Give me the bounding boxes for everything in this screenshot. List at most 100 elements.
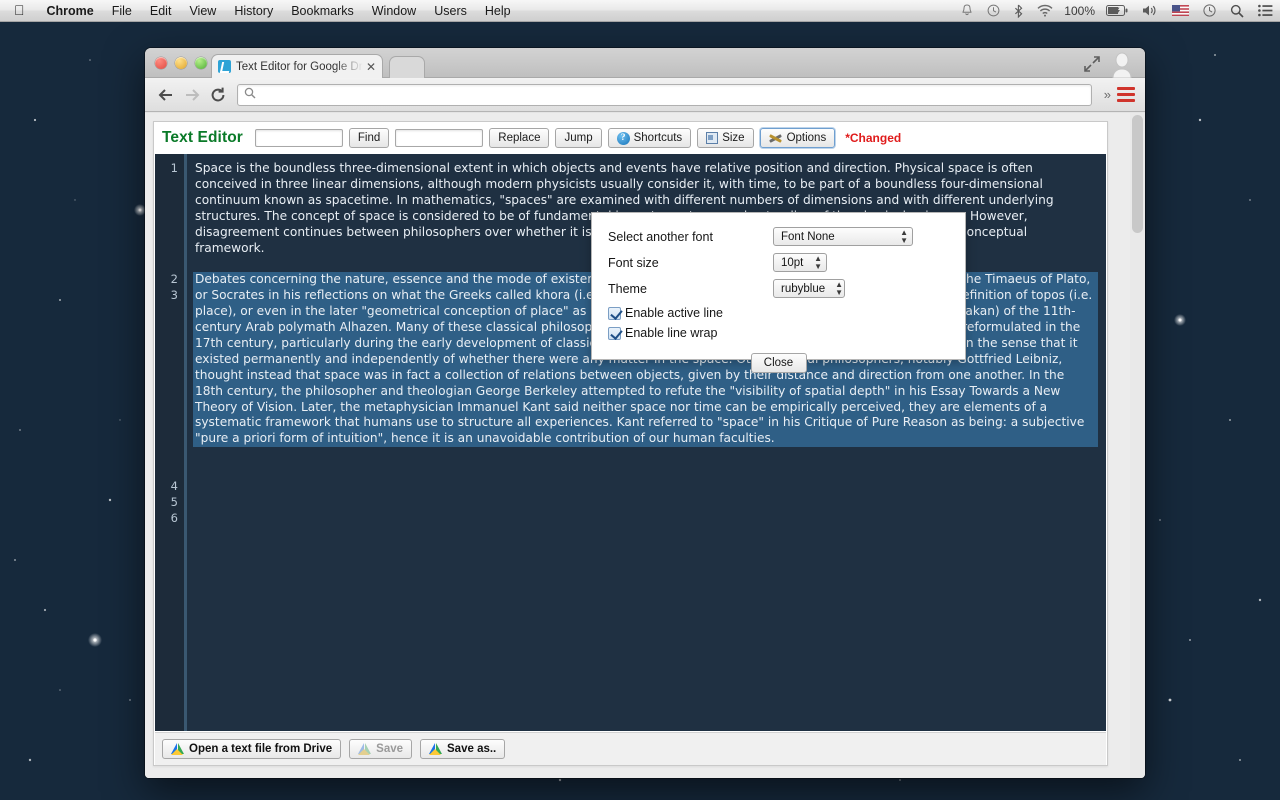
minimize-window-button[interactable] xyxy=(175,57,187,69)
browser-tab-title: Text Editor for Google Driv xyxy=(236,60,363,73)
theme-select[interactable]: rubyblue ▲ ▼ xyxy=(773,279,845,298)
replace-button[interactable]: Replace xyxy=(489,128,550,148)
options-button[interactable]: Options xyxy=(759,128,836,148)
web-page-content: Text Editor Find Replace Jump ? Shortcut… xyxy=(145,113,1130,778)
time-machine-icon[interactable] xyxy=(980,4,1007,17)
font-select-value: Font None xyxy=(781,230,835,243)
theme-label: Theme xyxy=(608,281,647,296)
close-icon[interactable]: ✕ xyxy=(363,60,376,74)
hamburger-menu-icon[interactable] xyxy=(1117,87,1135,102)
user-avatar-icon[interactable] xyxy=(1111,52,1133,79)
back-arrow-icon[interactable] xyxy=(155,84,177,106)
enable-line-wrap-row[interactable]: Enable line wrap xyxy=(608,323,949,343)
forward-arrow-icon[interactable] xyxy=(181,84,203,106)
dialog-actions: Close xyxy=(608,353,949,373)
status-badge: *Changed xyxy=(845,131,902,145)
enable-active-line-row[interactable]: Enable active line xyxy=(608,303,949,323)
macos-menu-bar:  Chrome File Edit View History Bookmark… xyxy=(0,0,1280,22)
font-size-row: Font size 10pt ▲ ▼ xyxy=(608,251,949,274)
enable-line-wrap-checkbox[interactable] xyxy=(608,326,621,340)
google-drive-icon xyxy=(358,743,372,755)
find-button[interactable]: Find xyxy=(348,128,390,148)
volume-icon[interactable] xyxy=(1135,4,1165,17)
editor-line[interactable] xyxy=(193,447,1098,463)
close-dialog-button[interactable]: Close xyxy=(750,353,807,373)
line-number: 5 xyxy=(170,495,178,510)
font-size-value: 10pt xyxy=(781,256,804,269)
line-number-gutter: 1 2 3 4 5 6 xyxy=(155,154,187,731)
zoom-window-button[interactable] xyxy=(195,57,207,69)
open-from-drive-label: Open a text file from Drive xyxy=(189,743,333,755)
size-button-label: Size xyxy=(722,132,745,144)
editor-toolbar: Text Editor Find Replace Jump ? Shortcut… xyxy=(154,122,1107,154)
font-select[interactable]: Font None ▲ ▼ xyxy=(773,227,913,246)
browser-tab[interactable]: Text Editor for Google Driv ✕ xyxy=(211,54,383,78)
font-size-select[interactable]: 10pt ▲ ▼ xyxy=(773,253,827,272)
page-title: Text Editor xyxy=(162,129,243,146)
keyboard-flag-icon[interactable] xyxy=(1165,5,1196,16)
wifi-icon[interactable] xyxy=(1030,4,1060,17)
find-input[interactable] xyxy=(254,129,343,147)
apple-logo-icon[interactable]:  xyxy=(0,3,38,17)
menu-item-view[interactable]: View xyxy=(180,4,225,18)
menu-item-help[interactable]: Help xyxy=(476,4,520,18)
spotlight-search-icon[interactable] xyxy=(1223,4,1251,18)
text-editor-favicon xyxy=(218,60,231,73)
enable-line-wrap-label: Enable line wrap xyxy=(625,326,718,340)
chevron-updown-icon: ▲ ▼ xyxy=(835,279,844,297)
line-number: 4 xyxy=(170,479,178,494)
font-select-row: Select another font Font None ▲ ▼ xyxy=(608,225,949,248)
jump-button[interactable]: Jump xyxy=(555,128,602,148)
menu-item-users[interactable]: Users xyxy=(425,4,476,18)
web-page-viewport: Text Editor Find Replace Jump ? Shortcut… xyxy=(145,113,1145,778)
menu-item-file[interactable]: File xyxy=(103,4,141,18)
notification-center-icon[interactable] xyxy=(1251,4,1280,17)
chevron-updown-icon: ▲ ▼ xyxy=(814,253,822,271)
battery-icon[interactable] xyxy=(1099,5,1135,16)
enable-active-line-checkbox[interactable] xyxy=(608,306,621,320)
size-button[interactable]: Size xyxy=(697,128,754,148)
window-traffic-lights xyxy=(155,57,207,69)
menu-item-bookmarks[interactable]: Bookmarks xyxy=(282,4,363,18)
open-from-drive-button[interactable]: Open a text file from Drive xyxy=(162,739,342,759)
new-tab-button[interactable] xyxy=(389,56,425,78)
battery-percent-label: 100% xyxy=(1064,3,1095,18)
address-bar[interactable] xyxy=(237,83,1092,106)
google-drive-icon xyxy=(171,743,184,755)
reload-icon[interactable] xyxy=(207,84,229,106)
shortcuts-button[interactable]: ? Shortcuts xyxy=(607,128,692,148)
theme-row: Theme rubyblue ▲ ▼ xyxy=(608,277,949,300)
options-dialog: Select another font Font None ▲ ▼ Font si… xyxy=(591,212,966,373)
window-size-icon xyxy=(706,132,719,144)
tools-icon xyxy=(769,132,783,144)
chrome-browser-window: Text Editor for Google Driv ✕ » Text Edi… xyxy=(145,48,1145,778)
editor-line[interactable] xyxy=(193,463,1098,479)
line-number: 1 xyxy=(170,161,178,175)
browser-tab-strip: Text Editor for Google Driv ✕ xyxy=(145,48,1145,79)
menu-item-history[interactable]: History xyxy=(225,4,282,18)
replace-input[interactable] xyxy=(395,129,484,147)
help-circle-icon: ? xyxy=(616,131,630,145)
chevron-updown-icon: ▲ ▼ xyxy=(900,227,908,245)
page-scrollbar[interactable] xyxy=(1132,115,1143,233)
menu-item-window[interactable]: Window xyxy=(363,4,425,18)
editor-bottom-bar: Open a text file from Drive Save Save as… xyxy=(155,732,1106,765)
menu-item-chrome[interactable]: Chrome xyxy=(38,4,103,18)
bluetooth-icon[interactable] xyxy=(1007,4,1030,18)
save-as-button-label: Save as.. xyxy=(447,743,497,755)
chevron-double-right-icon[interactable]: » xyxy=(1098,87,1117,102)
theme-value: rubyblue xyxy=(781,282,826,295)
font-size-label: Font size xyxy=(608,255,659,270)
menu-bar-status-area: 100% xyxy=(954,4,1280,18)
clock-icon[interactable] xyxy=(1196,4,1223,17)
line-number: 3 xyxy=(170,288,178,303)
shortcuts-button-label: Shortcuts xyxy=(633,132,683,144)
close-window-button[interactable] xyxy=(155,57,167,69)
save-button[interactable]: Save xyxy=(349,739,413,759)
save-as-button[interactable]: Save as.. xyxy=(420,739,506,759)
fullscreen-icon[interactable] xyxy=(1083,56,1101,72)
search-icon xyxy=(244,87,256,102)
menu-item-edit[interactable]: Edit xyxy=(141,4,181,18)
editor-line[interactable] xyxy=(193,479,1098,495)
bell-icon[interactable] xyxy=(954,4,980,17)
